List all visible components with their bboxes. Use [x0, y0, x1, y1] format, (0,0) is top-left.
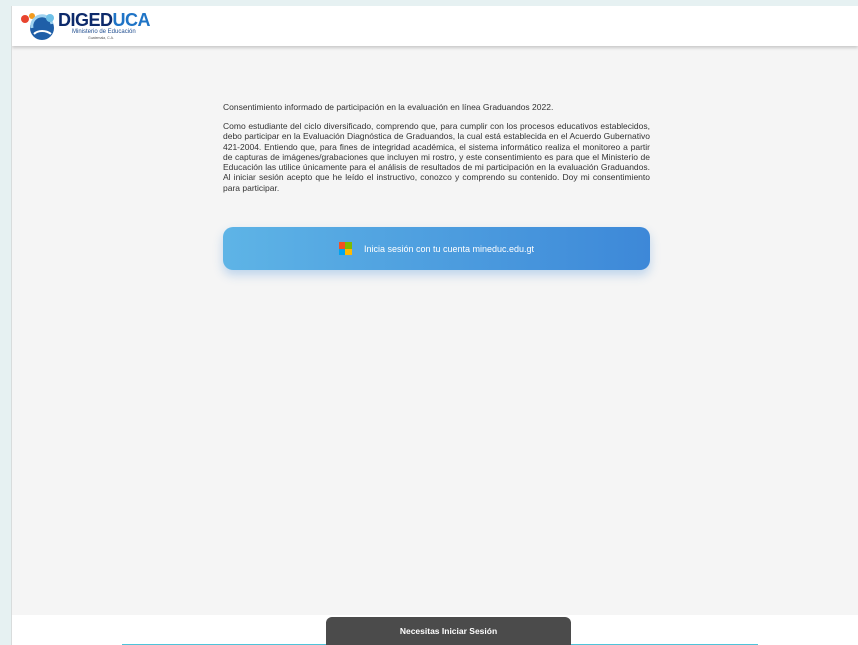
- microsoft-login-button[interactable]: Inicia sesión con tu cuenta mineduc.edu.…: [223, 227, 650, 270]
- login-button-label: Inicia sesión con tu cuenta mineduc.edu.…: [363, 243, 535, 254]
- logo-subtitle: Ministerio de Educación: [72, 29, 136, 35]
- logo-country: Guatemala, C.A.: [88, 36, 114, 40]
- session-required-toast: Necesitas Iniciar Sesión: [326, 617, 571, 645]
- consent-title: Consentimiento informado de participació…: [223, 102, 554, 112]
- consent-body: Como estudiante del ciclo diversificado,…: [223, 121, 650, 193]
- app-frame: DIGEDUCA Ministerio de Educación Guatema…: [11, 6, 858, 645]
- header-bar: DIGEDUCA Ministerio de Educación Guatema…: [12, 6, 858, 46]
- consent-section: Consentimiento informado de participació…: [223, 102, 650, 193]
- digeduca-logo[interactable]: DIGEDUCA Ministerio de Educación Guatema…: [20, 10, 151, 42]
- globe-logo-icon: [21, 13, 54, 40]
- logo-wordmark: DIGEDUCA: [58, 10, 151, 30]
- microsoft-icon: [338, 242, 352, 255]
